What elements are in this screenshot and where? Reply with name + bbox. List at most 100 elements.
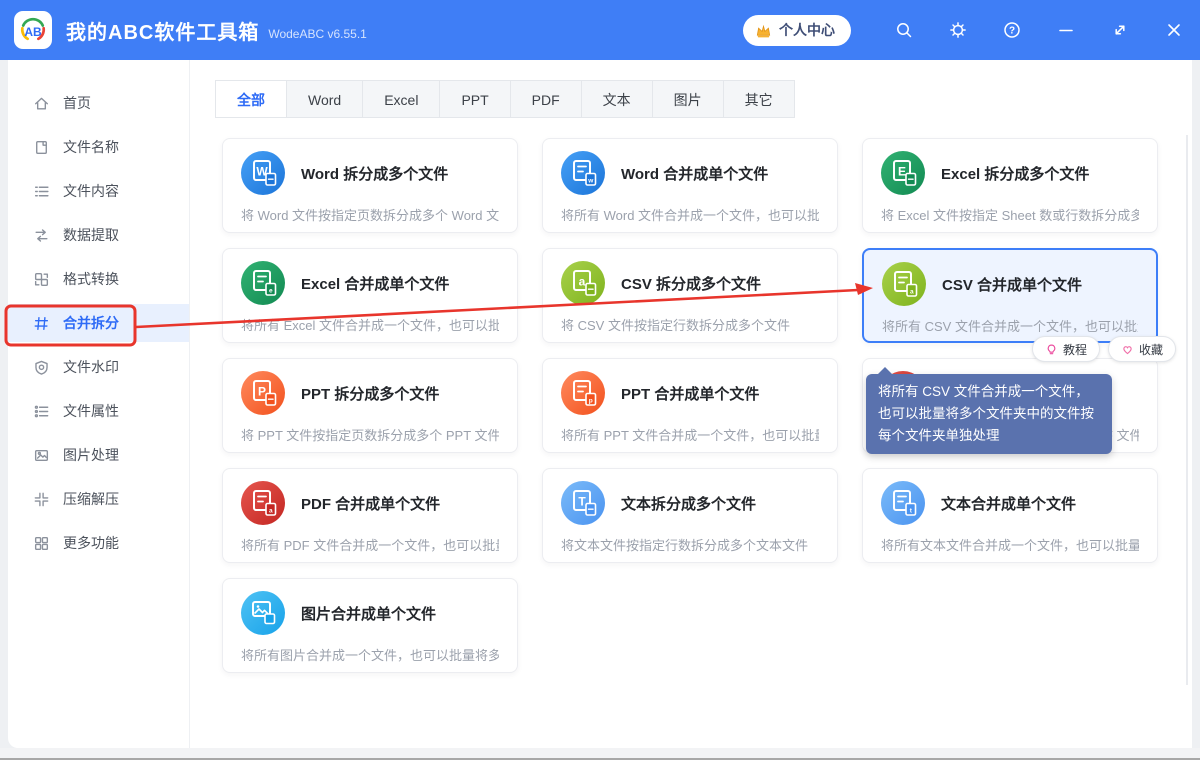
sidebar-item-label: 文件名称 xyxy=(63,139,119,155)
tab-Excel[interactable]: Excel xyxy=(363,80,441,118)
sidebar-item-label: 合并拆分 xyxy=(63,315,119,331)
card-desc: 将 Excel 文件按指定 Sheet 数或行数拆分成多个 Exce xyxy=(881,208,1139,223)
tool-card-image-merge[interactable]: 图片合并成单个文件将所有图片合并成一个文件，也可以批量将多个文件 xyxy=(222,578,518,673)
pdf-merge-icon: a xyxy=(241,481,285,525)
tutorial-button[interactable]: 教程 xyxy=(1032,336,1101,362)
tool-card-excel-merge[interactable]: e Excel 合并成单个文件将所有 Excel 文件合并成一个文件，也可以批量将… xyxy=(222,248,518,343)
search-icon[interactable] xyxy=(894,20,914,40)
card-head: w Word 合并成单个文件 xyxy=(561,151,819,195)
category-tabs: 全部 Word Excel PPT PDF 文本 图片 其它 xyxy=(215,80,1192,118)
tool-card-ppt-merge[interactable]: p PPT 合并成单个文件将所有 PPT 文件合并成一个文件，也可以批量将多 xyxy=(542,358,838,453)
svg-text:E: E xyxy=(898,165,906,179)
card-title: CSV 合并成单个文件 xyxy=(942,276,1083,294)
card-head: e Excel 合并成单个文件 xyxy=(241,261,499,305)
svg-text:AB: AB xyxy=(24,25,42,39)
sidebar-item-格式转换[interactable]: 格式转换 xyxy=(8,260,189,298)
image-process-icon xyxy=(34,449,49,461)
scrollbar-track[interactable] xyxy=(1186,135,1188,685)
window-bottom-edge xyxy=(0,748,1200,760)
card-head: p PPT 合并成单个文件 xyxy=(561,371,819,415)
excel-merge-icon: e xyxy=(241,261,285,305)
crown-icon xyxy=(756,24,771,37)
tool-card-word-merge[interactable]: w Word 合并成单个文件将所有 Word 文件合并成一个文件，也可以批量将多 xyxy=(542,138,838,233)
heart-icon xyxy=(1123,345,1132,354)
card-head: a CSV 合并成单个文件 xyxy=(882,262,1138,306)
svg-text:a: a xyxy=(269,508,273,515)
tab-文本[interactable]: 文本 xyxy=(581,80,653,118)
tool-card-excel-split[interactable]: E Excel 拆分成多个文件将 Excel 文件按指定 Sheet 数或行数拆分… xyxy=(862,138,1158,233)
sidebar-item-数据提取[interactable]: 数据提取 xyxy=(8,216,189,254)
titlebar: AB 我的ABC软件工具箱 WodeABC v6.55.1 个人中心 ? xyxy=(0,0,1200,60)
compress-icon xyxy=(34,492,49,506)
card-desc: 将所有图片合并成一个文件，也可以批量将多个文件 xyxy=(241,648,499,663)
card-desc: 将所有 Word 文件合并成一个文件，也可以批量将多 xyxy=(561,208,819,223)
csv-merge-icon: a xyxy=(882,262,926,306)
card-title: Word 合并成单个文件 xyxy=(621,165,769,183)
tab-Word[interactable]: Word xyxy=(287,80,364,118)
tab-全部[interactable]: 全部 xyxy=(215,80,287,118)
gear-icon[interactable] xyxy=(948,20,968,40)
tool-card-ppt-split[interactable]: P PPT 拆分成多个文件将 PPT 文件按指定页数拆分成多个 PPT 文件 xyxy=(222,358,518,453)
resize-button[interactable] xyxy=(1110,20,1130,40)
tab-其它[interactable]: 其它 xyxy=(723,80,795,118)
tab-图片[interactable]: 图片 xyxy=(652,80,724,118)
card-head: a CSV 拆分成多个文件 xyxy=(561,261,819,305)
svg-text:a: a xyxy=(579,275,586,289)
sidebar-item-文件名称[interactable]: 文件名称 xyxy=(8,128,189,166)
svg-text:T: T xyxy=(578,495,586,509)
card-head: a PDF 合并成单个文件 xyxy=(241,481,499,525)
tool-card-word-split[interactable]: W Word 拆分成多个文件将 Word 文件按指定页数拆分成多个 Word 文件 xyxy=(222,138,518,233)
sidebar-item-文件内容[interactable]: 文件内容 xyxy=(8,172,189,210)
card-title: 文本合并成单个文件 xyxy=(941,495,1077,513)
card-head: t 文本合并成单个文件 xyxy=(881,481,1139,525)
sidebar-menu: 首页文件名称文件内容数据提取格式转换合并拆分文件水印文件属性图片处理压缩解压更多… xyxy=(8,60,190,748)
tool-card-csv-split[interactable]: a CSV 拆分成多个文件将 CSV 文件按指定行数拆分成多个文件 xyxy=(542,248,838,343)
sidebar-item-更多功能[interactable]: 更多功能 xyxy=(8,524,189,562)
favorite-label: 收藏 xyxy=(1139,342,1164,357)
card-title: PDF 合并成单个文件 xyxy=(301,495,441,513)
svg-text:?: ? xyxy=(1009,26,1015,37)
app-logo: AB xyxy=(14,11,52,49)
tool-card-text-split[interactable]: T 文本拆分成多个文件 将文本文件按指定行数拆分成多个文本文件 xyxy=(542,468,838,563)
tab-PPT[interactable]: PPT xyxy=(440,80,511,118)
card-desc: 将所有 PPT 文件合并成一个文件，也可以批量将多 xyxy=(561,428,819,443)
sidebar-item-文件属性[interactable]: 文件属性 xyxy=(8,392,189,430)
card-head: 图片合并成单个文件 xyxy=(241,591,499,635)
sidebar-item-label: 更多功能 xyxy=(63,535,119,551)
sidebar-item-图片处理[interactable]: 图片处理 xyxy=(8,436,189,474)
home-icon xyxy=(34,97,49,110)
merge-split-icon xyxy=(34,316,49,330)
minimize-button[interactable] xyxy=(1056,20,1076,40)
image-merge-icon xyxy=(241,591,285,635)
app-title: 我的ABC软件工具箱 xyxy=(66,21,260,44)
personal-center-label: 个人中心 xyxy=(779,22,835,38)
sidebar-item-压缩解压[interactable]: 压缩解压 xyxy=(8,480,189,518)
tab-PDF[interactable]: PDF xyxy=(510,80,582,118)
personal-center-button[interactable]: 个人中心 xyxy=(743,14,851,46)
favorite-button[interactable]: 收藏 xyxy=(1108,336,1177,362)
tool-card-csv-merge[interactable]: a CSV 合并成单个文件将所有 CSV 文件合并成一个文件，也可以批量将多 xyxy=(862,248,1158,343)
close-button[interactable] xyxy=(1164,20,1184,40)
more-features-icon xyxy=(34,536,49,550)
format-convert-icon xyxy=(34,272,49,286)
svg-text:e: e xyxy=(269,288,273,295)
lightbulb-icon xyxy=(1047,344,1056,354)
tool-card-pdf-merge[interactable]: a PDF 合并成单个文件将所有 PDF 文件合并成一个文件，也可以批量将多 xyxy=(222,468,518,563)
sidebar-item-label: 文件属性 xyxy=(63,403,119,419)
sidebar-item-文件水印[interactable]: 文件水印 xyxy=(8,348,189,386)
card-desc: 将所有 PDF 文件合并成一个文件，也可以批量将多 xyxy=(241,538,499,553)
sidebar-item-label: 数据提取 xyxy=(63,227,119,243)
sidebar-item-label: 压缩解压 xyxy=(63,491,119,507)
sidebar-item-合并拆分[interactable]: 合并拆分 xyxy=(8,304,189,342)
main-content: 全部 Word Excel PPT PDF 文本 图片 其它 W Word 拆分成多个文件将 W… xyxy=(190,60,1192,748)
help-icon[interactable]: ? xyxy=(1002,20,1022,40)
tool-card-text-merge[interactable]: t 文本合并成单个文件将所有文本文件合并成一个文件，也可以批量将多 xyxy=(862,468,1158,563)
card-title: Excel 拆分成多个文件 xyxy=(941,165,1090,183)
card-head: W Word 拆分成多个文件 xyxy=(241,151,499,195)
card-desc: 将所有文本文件合并成一个文件，也可以批量将多 xyxy=(881,538,1139,553)
card-title: 文本拆分成多个文件 xyxy=(621,495,757,513)
sidebar-item-首页[interactable]: 首页 xyxy=(8,84,189,122)
svg-text:p: p xyxy=(589,398,593,405)
app-window: AB 我的ABC软件工具箱 WodeABC v6.55.1 个人中心 ? 首页 … xyxy=(0,0,1200,760)
card-desc: 将 Word 文件按指定页数拆分成多个 Word 文件 xyxy=(241,208,499,223)
